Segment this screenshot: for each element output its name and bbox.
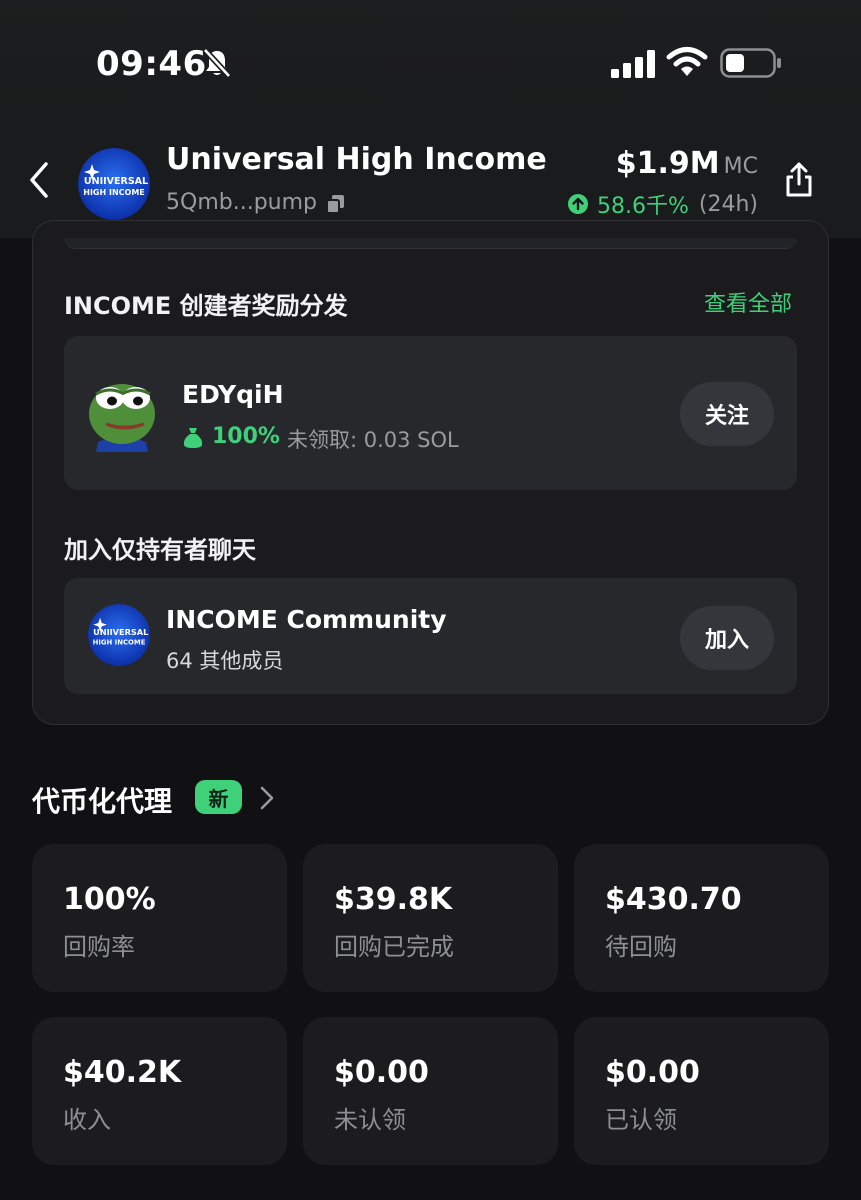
token-logo: UNIIVERSAL HIGH INCOME <box>78 148 150 220</box>
community-members: 64 其他成员 <box>166 649 284 673</box>
token-address[interactable]: 5Qmb...pump <box>166 190 317 215</box>
share-icon[interactable] <box>782 160 816 200</box>
change-value: 58.6千% <box>597 194 689 219</box>
stat-label: 回购率 <box>63 933 135 961</box>
back-arrow-icon[interactable] <box>22 158 56 202</box>
stat-card: $0.00 已认领 <box>574 1017 829 1165</box>
svg-text:HIGH INCOME: HIGH INCOME <box>93 638 146 646</box>
join-button[interactable]: 加入 <box>680 606 774 670</box>
market-cap-value: $1.9M <box>615 146 720 181</box>
stat-label: 未认领 <box>334 1106 406 1134</box>
stat-card: $430.70 待回购 <box>574 844 829 992</box>
stat-value: $0.00 <box>605 1055 700 1090</box>
status-time: 09:46 <box>96 44 207 84</box>
stat-label: 待回购 <box>605 933 677 961</box>
stat-label: 已认领 <box>605 1106 677 1134</box>
community-name: INCOME Community <box>166 605 447 634</box>
price-change: 58.6千% (24h) <box>567 188 758 220</box>
bell-muted-icon <box>202 47 232 79</box>
chevron-right-icon[interactable] <box>258 784 276 812</box>
stat-value: $0.00 <box>334 1055 429 1090</box>
creator-name[interactable]: EDYqiH <box>182 380 284 409</box>
cell-signal-icon <box>611 50 655 78</box>
money-bag-icon <box>183 428 203 448</box>
stat-label: 回购已完成 <box>334 933 454 961</box>
stat-card: $39.8K 回购已完成 <box>303 844 558 992</box>
community-logo: UNIIVERSAL HIGH INCOME <box>88 604 150 666</box>
view-all-link[interactable]: 查看全部 <box>704 286 792 318</box>
creator-avatar <box>89 384 155 452</box>
stat-value: $40.2K <box>63 1055 182 1090</box>
copy-icon[interactable] <box>325 193 347 215</box>
wifi-icon <box>666 47 708 76</box>
new-badge: 新 <box>195 780 242 814</box>
stat-card: $0.00 未认领 <box>303 1017 558 1165</box>
creator-rewards-title: INCOME 创建者奖励分发 <box>64 292 348 320</box>
creator-unclaimed: 未领取: 0.03 SOL <box>287 428 459 452</box>
arrow-up-circle-icon <box>568 194 588 214</box>
battery-icon <box>720 48 781 78</box>
market-cap: $1.9M MC <box>616 146 758 181</box>
token-name: Universal High Income <box>166 142 547 177</box>
stat-card: $40.2K 收入 <box>32 1017 287 1165</box>
market-cap-label: MC <box>723 154 758 179</box>
stat-label: 收入 <box>63 1106 111 1134</box>
svg-text:UNIIVERSAL: UNIIVERSAL <box>93 627 148 637</box>
status-bar: 09:46 <box>0 0 861 120</box>
stat-value: $430.70 <box>605 882 742 917</box>
svg-text:HIGH INCOME: HIGH INCOME <box>83 188 145 197</box>
creator-percent: 100% <box>212 424 280 449</box>
stat-card: 100% 回购率 <box>32 844 287 992</box>
card-previous-row <box>64 238 797 249</box>
agent-section-title[interactable]: 代币化代理 <box>32 780 172 820</box>
holders-chat-title: 加入仅持有者聊天 <box>64 536 256 564</box>
svg-text:UNIIVERSAL: UNIIVERSAL <box>84 176 148 187</box>
stat-value: 100% <box>63 882 156 917</box>
change-period: (24h) <box>698 191 758 217</box>
follow-button[interactable]: 关注 <box>680 382 774 446</box>
stat-value: $39.8K <box>334 882 453 917</box>
